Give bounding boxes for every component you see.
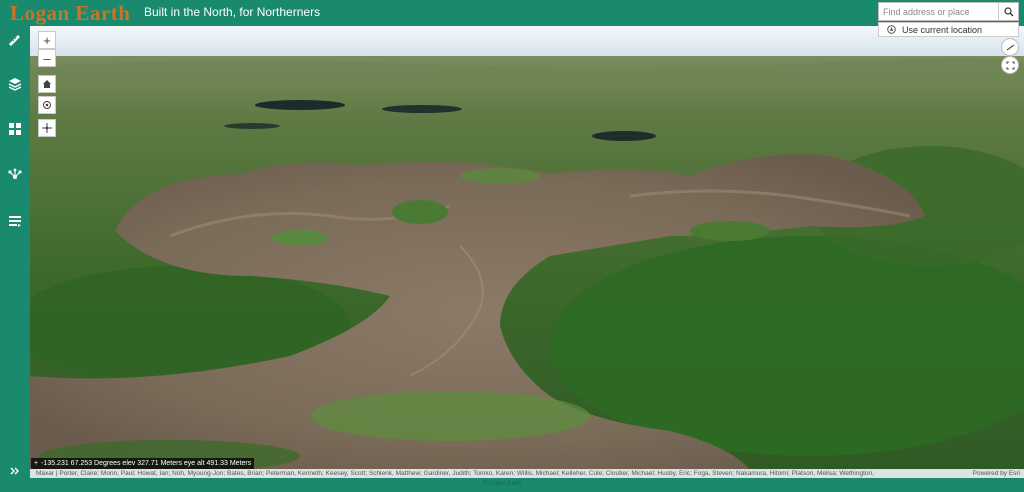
- compass-button[interactable]: [38, 119, 56, 137]
- home-icon: [43, 80, 51, 88]
- fullscreen-icon: [1005, 60, 1015, 70]
- pan-icon: [1006, 44, 1014, 50]
- attribution-credits: Maxar | Porter, Claire; Morin, Paul; How…: [36, 470, 874, 477]
- expand-sidebar-button[interactable]: [5, 461, 25, 481]
- search-widget: [878, 2, 1019, 21]
- powered-by-esri[interactable]: Powered by Esri: [973, 469, 1020, 478]
- footer-copyright: © Logan Earth: [483, 481, 522, 487]
- zoom-out-button[interactable]: –: [38, 49, 56, 67]
- ruler-icon: [9, 35, 20, 46]
- measure-button[interactable]: [5, 30, 25, 50]
- app-tagline: Built in the North, for Northerners: [144, 5, 321, 19]
- footer-bar: [30, 478, 1024, 492]
- zoom-in-button[interactable]: +: [38, 31, 56, 49]
- layers-button[interactable]: [5, 74, 25, 94]
- fullscreen-button[interactable]: [1001, 56, 1019, 74]
- search-icon: [1003, 6, 1013, 16]
- coordinate-text: -135.231 67.253 Degrees elev 327.71 Mete…: [41, 460, 252, 467]
- apps-grid-icon: [9, 123, 21, 135]
- attribution-bar: Maxar | Porter, Claire; Morin, Paul; How…: [30, 469, 1024, 478]
- use-current-location-label: Use current location: [902, 24, 983, 35]
- coordinate-cross-icon: +: [34, 460, 39, 467]
- search-button[interactable]: [998, 3, 1018, 20]
- locate-button[interactable]: [38, 96, 56, 114]
- list-icon: [9, 216, 21, 227]
- sidebar: [0, 26, 30, 492]
- basemap-gallery-button[interactable]: [5, 119, 25, 139]
- share-icon: [8, 168, 22, 179]
- terrain-scene: [30, 26, 1024, 470]
- app-header: Logan Earth Built in the North, for Nort…: [0, 0, 1024, 26]
- location-pin-icon: [887, 25, 896, 34]
- legend-list-button[interactable]: [5, 211, 25, 231]
- coordinate-readout: + -135.231 67.253 Degrees elev 327.71 Met…: [31, 458, 255, 469]
- crosshair-icon: [42, 123, 52, 133]
- layers-icon: [8, 78, 22, 91]
- expand-chevrons-icon: [10, 467, 19, 475]
- home-button[interactable]: [38, 75, 56, 93]
- map-view[interactable]: + – + -135.231 67.253 Degrees elev 327.71…: [30, 26, 1024, 470]
- share-button[interactable]: [5, 165, 25, 185]
- use-current-location-option[interactable]: Use current location: [878, 22, 1019, 37]
- search-input[interactable]: [879, 3, 1001, 20]
- navigation-toggle-button[interactable]: [1001, 38, 1019, 56]
- locate-icon: [43, 101, 51, 109]
- app-logo-title[interactable]: Logan Earth: [10, 1, 130, 26]
